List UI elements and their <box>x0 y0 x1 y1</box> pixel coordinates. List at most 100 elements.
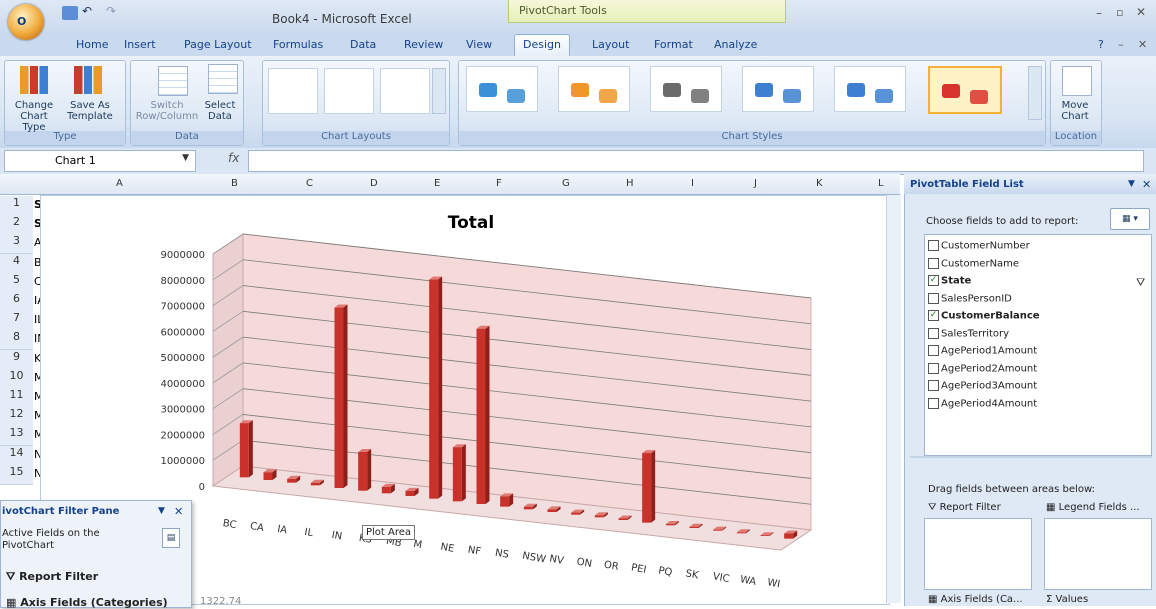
chart-style-thumbnail[interactable] <box>466 66 538 112</box>
row-header[interactable]: 12 <box>0 407 33 428</box>
tab-view[interactable]: View <box>466 38 492 51</box>
column-header[interactable]: E <box>434 178 440 189</box>
save-icon[interactable] <box>62 6 78 20</box>
checkbox-icon[interactable] <box>928 362 939 374</box>
tab-design[interactable]: Design <box>514 34 570 58</box>
chart-bar[interactable] <box>405 490 415 496</box>
checkbox-icon[interactable] <box>928 327 939 339</box>
chart-bar[interactable] <box>287 478 297 483</box>
filter-pane-options-button[interactable]: ▤ <box>162 528 180 548</box>
column-header[interactable]: C <box>306 178 313 189</box>
column-header[interactable]: F <box>496 178 502 189</box>
row-header[interactable]: 7 <box>0 311 33 332</box>
chart-bar[interactable] <box>476 328 486 504</box>
move-chart-button[interactable]: Move Chart <box>1052 100 1098 122</box>
chart-style-thumbnail[interactable] <box>834 66 906 112</box>
switch-row-column-button[interactable]: Switch Row/Column <box>134 100 200 122</box>
pane-menu-icon[interactable]: ▼ <box>1128 179 1135 189</box>
column-header[interactable]: B <box>231 178 238 189</box>
column-header[interactable]: A <box>116 178 123 189</box>
change-chart-type-icon[interactable] <box>20 66 48 94</box>
chart-style-thumbnail[interactable] <box>558 66 630 112</box>
field-item[interactable]: AgePeriod4Amount <box>928 397 1037 409</box>
chart-bar[interactable] <box>736 532 746 534</box>
tab-layout[interactable]: Layout <box>592 38 629 51</box>
layouts-scroll[interactable] <box>432 68 446 114</box>
column-header[interactable]: G <box>562 178 570 189</box>
restore-icon[interactable]: ▫ <box>1116 6 1123 19</box>
pane-close-icon[interactable]: ✕ <box>1142 178 1151 191</box>
styles-scroll[interactable] <box>1028 66 1042 120</box>
change-chart-type-button[interactable]: Change Chart Type <box>8 100 60 133</box>
switch-row-column-icon[interactable] <box>158 66 188 96</box>
pane-menu-icon[interactable]: ▼ <box>158 506 165 516</box>
save-template-icon[interactable] <box>74 66 102 94</box>
tab-format[interactable]: Format <box>654 38 693 51</box>
chart-layout-1[interactable] <box>268 68 318 114</box>
checkbox-icon[interactable] <box>928 380 939 391</box>
row-header[interactable]: 8 <box>0 330 33 351</box>
redo-icon[interactable]: ↷ <box>106 4 122 18</box>
insert-function-icon[interactable]: fx <box>228 151 239 165</box>
filter-icon[interactable]: ⛛ <box>1136 276 1145 290</box>
tab-page-layout[interactable]: Page Layout <box>184 38 252 51</box>
tab-data[interactable]: Data <box>350 38 376 51</box>
field-item[interactable]: AgePeriod1Amount <box>928 345 1037 357</box>
formula-input[interactable] <box>248 150 1144 172</box>
field-list-layout-button[interactable]: ▦ ▾ <box>1110 208 1150 230</box>
pane-splitter[interactable] <box>910 456 1152 458</box>
row-header[interactable]: 4 <box>0 253 33 274</box>
tab-analyze[interactable]: Analyze <box>714 38 757 51</box>
chart-bar[interactable] <box>594 515 604 518</box>
chart-bar[interactable] <box>571 512 581 515</box>
chart-bar[interactable] <box>263 472 273 480</box>
chart-bar[interactable] <box>381 486 391 494</box>
field-item[interactable]: ✓ CustomerBalance <box>928 310 1040 322</box>
tab-home[interactable]: Home <box>76 38 108 51</box>
save-as-template-button[interactable]: Save As Template <box>62 100 118 122</box>
field-item[interactable]: SalesTerritory <box>928 327 1009 339</box>
field-item[interactable]: CustomerNumber <box>928 240 1030 252</box>
vertical-scrollbar[interactable] <box>886 195 901 603</box>
checkbox-icon[interactable] <box>928 240 939 251</box>
checkbox-checked-icon[interactable]: ✓ <box>928 275 939 286</box>
select-data-button[interactable]: Select Data <box>200 100 240 122</box>
minimize-icon[interactable]: – <box>1096 6 1102 20</box>
chart-bar[interactable] <box>760 535 770 536</box>
undo-icon[interactable]: ↶ <box>82 4 98 18</box>
chart-layout-3[interactable] <box>380 68 430 114</box>
chart-bar[interactable] <box>429 279 439 499</box>
row-header[interactable]: 14 <box>0 445 33 466</box>
chart-bar[interactable] <box>713 529 723 531</box>
field-item[interactable]: SalesPersonID <box>928 292 1012 304</box>
chart-bar[interactable] <box>452 447 462 502</box>
report-filter-section[interactable]: ⛛ Report Filter <box>6 570 98 584</box>
field-item[interactable]: AgePeriod3Amount <box>928 380 1037 392</box>
checkbox-checked-icon[interactable]: ✓ <box>928 310 939 321</box>
chart-bar[interactable] <box>665 524 675 526</box>
close-icon[interactable]: ✕ <box>1136 5 1146 19</box>
chart-style-thumbnail[interactable] <box>650 66 722 112</box>
field-item[interactable]: ✓ State <box>928 275 971 287</box>
chart-style-thumbnail[interactable] <box>742 66 814 112</box>
chart-bar[interactable] <box>784 533 794 539</box>
row-header[interactable]: 11 <box>0 388 33 408</box>
chart-bar[interactable] <box>642 453 652 523</box>
chart-style-thumbnail[interactable] <box>928 66 1002 114</box>
checkbox-icon[interactable] <box>928 397 939 409</box>
chart-bar[interactable] <box>523 506 533 510</box>
chart-layout-2[interactable] <box>324 68 374 114</box>
row-header[interactable]: 1 <box>0 196 33 216</box>
chart-bar[interactable] <box>689 526 699 528</box>
report-filter-drop-area[interactable] <box>924 518 1032 590</box>
field-item[interactable]: CustomerName <box>928 257 1019 269</box>
row-header[interactable]: 15 <box>0 464 33 485</box>
column-header[interactable]: J <box>754 178 757 189</box>
legend-fields-drop-area[interactable] <box>1044 518 1152 590</box>
pane-close-icon[interactable]: ✕ <box>174 505 183 518</box>
column-header[interactable]: I <box>691 178 694 189</box>
office-button[interactable]: O <box>8 4 44 40</box>
column-header[interactable]: K <box>816 178 823 189</box>
ribbon-minimize-icon[interactable]: – <box>1118 38 1124 51</box>
checkbox-icon[interactable] <box>928 257 939 269</box>
